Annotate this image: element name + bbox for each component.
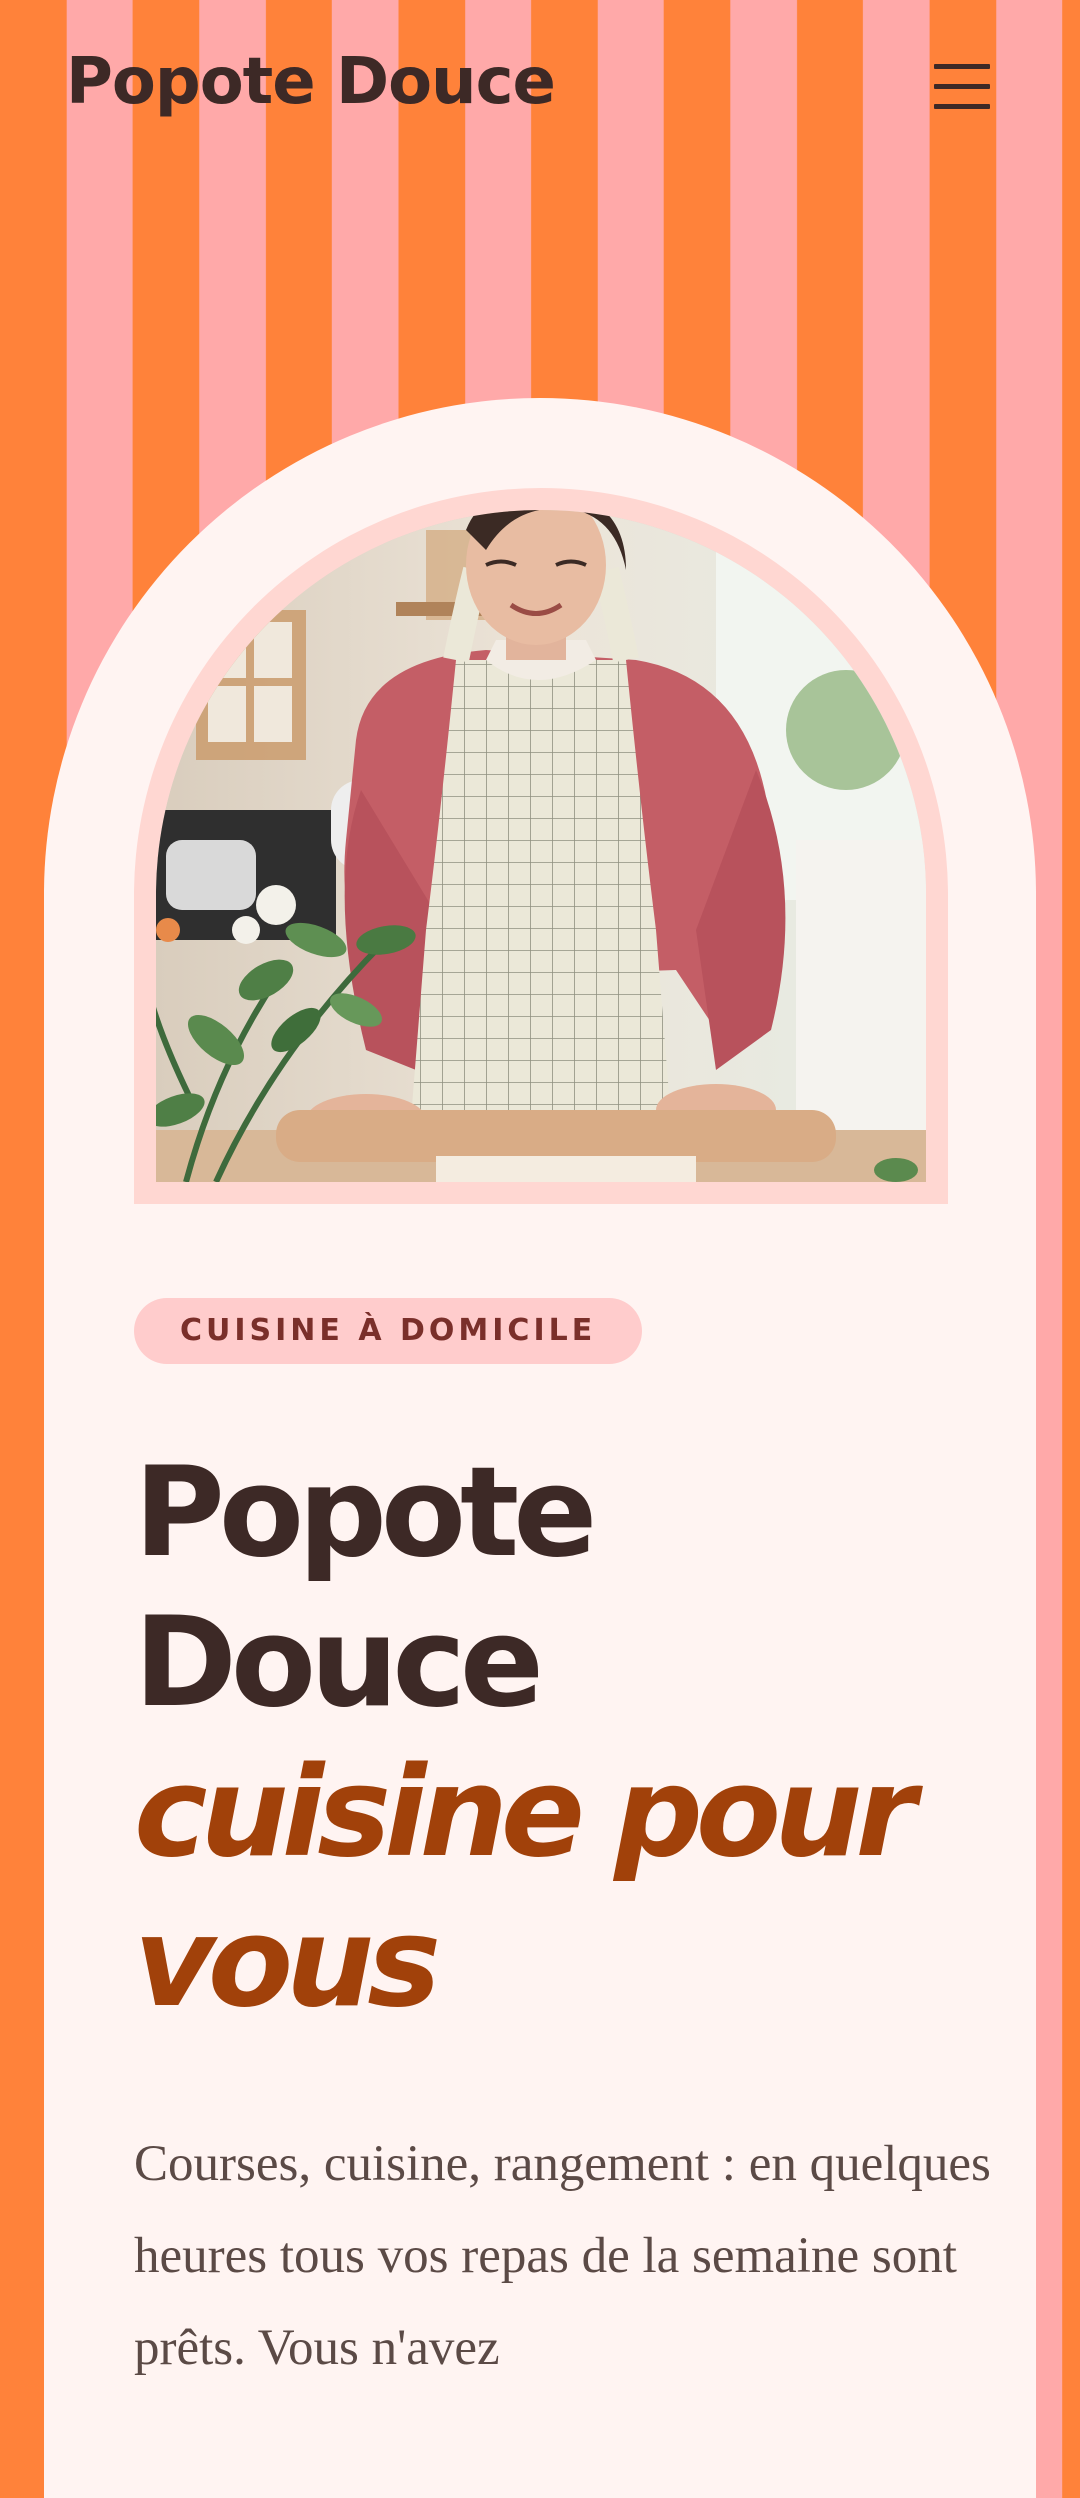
menu-line [934,84,990,89]
brand-logo[interactable]: Popote Douce [66,42,556,122]
cook-rolling-dough-illustration [156,510,926,1182]
hero-title-line: Popote [134,1441,597,1585]
site-header: Popote Douce [0,0,1080,180]
hero-lead-paragraph: Courses, cuisine, rangement : en quelque… [134,2136,991,2376]
hero-title-line: Douce [134,1591,544,1735]
hero-photo-frame [134,488,948,1204]
hero-photo [156,510,926,1182]
hero-title-accent: cuisine pour [134,1741,917,1885]
hero-card: CUISINE À DOMICILE Popote Douce cuisine … [44,398,1036,2498]
hero-title-accent: vous [134,1891,441,2035]
hero-title: Popote Douce cuisine pour vous [134,1438,994,2038]
hamburger-menu-icon[interactable] [930,58,992,118]
menu-line [934,64,990,69]
menu-line [934,104,990,109]
category-tag: CUISINE À DOMICILE [134,1298,643,1364]
